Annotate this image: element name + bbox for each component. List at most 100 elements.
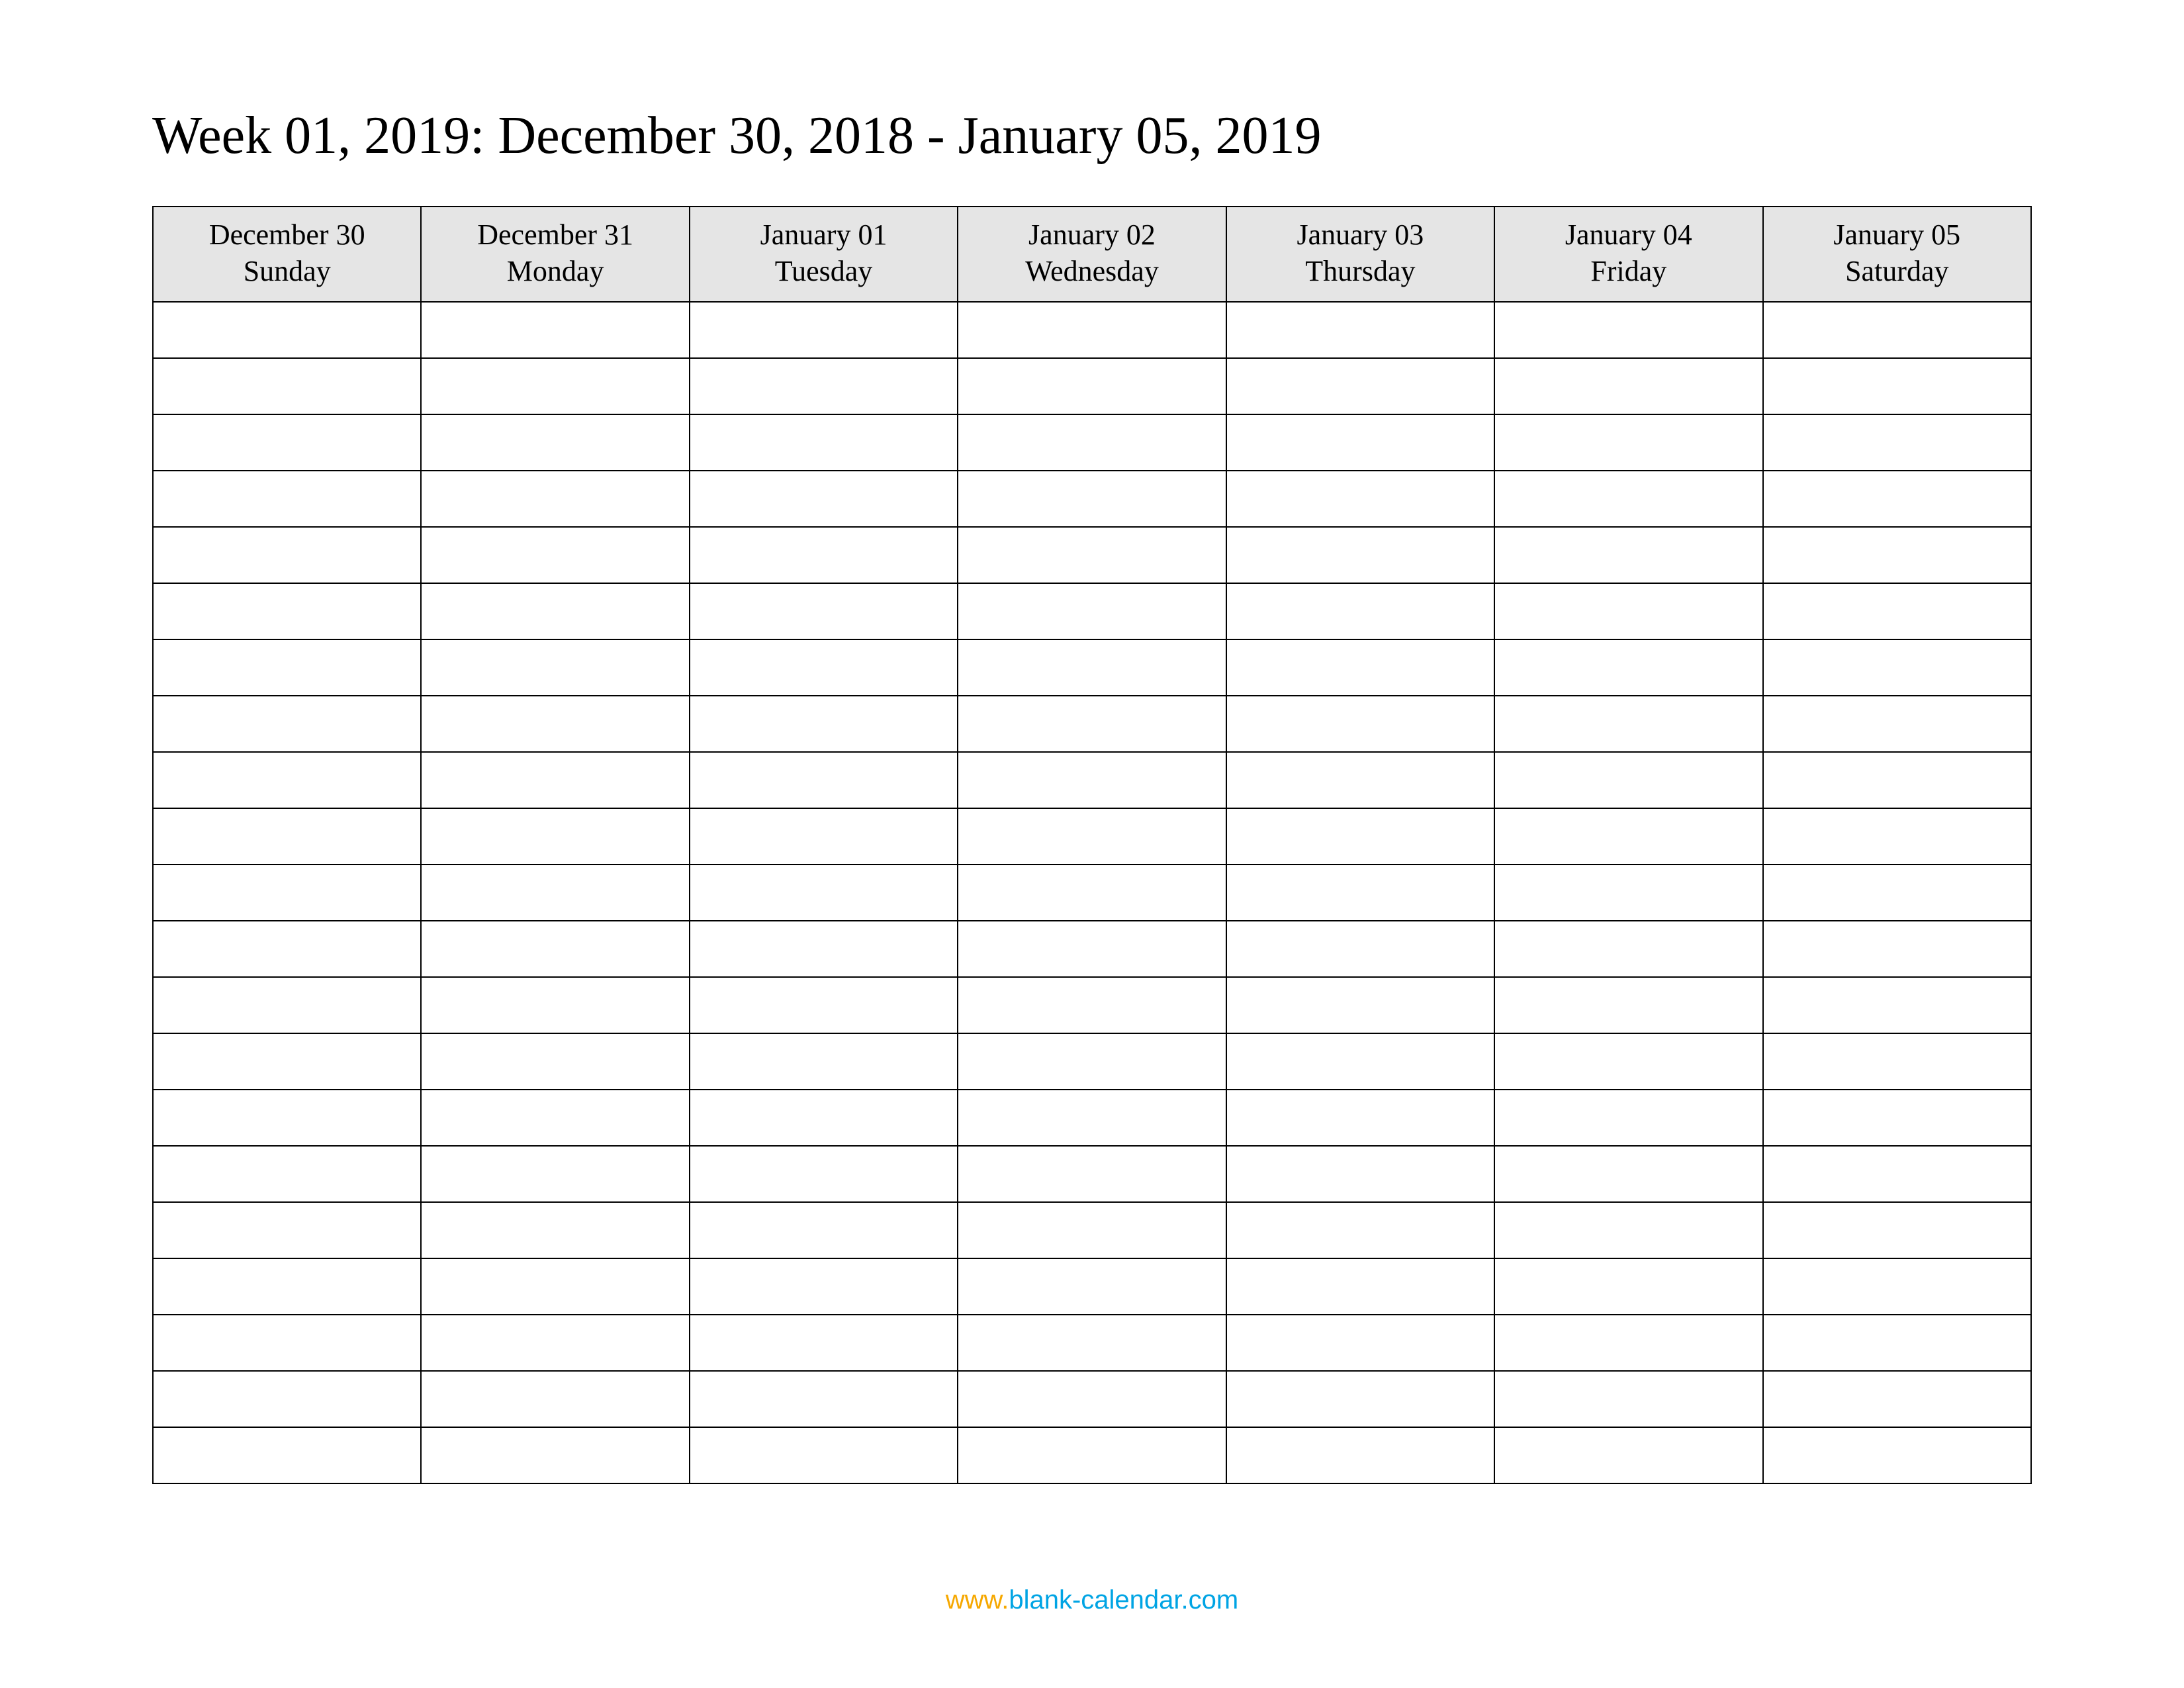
calendar-cell[interactable] [690, 1202, 958, 1258]
calendar-cell[interactable] [958, 414, 1226, 471]
calendar-cell[interactable] [153, 1146, 421, 1202]
calendar-cell[interactable] [421, 1258, 689, 1315]
calendar-cell[interactable] [1494, 583, 1762, 639]
calendar-cell[interactable] [1763, 358, 2031, 414]
calendar-cell[interactable] [421, 865, 689, 921]
calendar-cell[interactable] [1763, 471, 2031, 527]
calendar-cell[interactable] [153, 921, 421, 977]
calendar-cell[interactable] [153, 865, 421, 921]
calendar-cell[interactable] [690, 1090, 958, 1146]
calendar-cell[interactable] [690, 302, 958, 358]
calendar-cell[interactable] [421, 358, 689, 414]
calendar-cell[interactable] [1494, 527, 1762, 583]
calendar-cell[interactable] [421, 583, 689, 639]
calendar-cell[interactable] [421, 696, 689, 752]
calendar-cell[interactable] [690, 752, 958, 808]
calendar-cell[interactable] [1494, 1258, 1762, 1315]
calendar-cell[interactable] [1226, 865, 1494, 921]
calendar-cell[interactable] [421, 752, 689, 808]
calendar-cell[interactable] [1226, 527, 1494, 583]
calendar-cell[interactable] [1226, 1202, 1494, 1258]
calendar-cell[interactable] [958, 471, 1226, 527]
calendar-cell[interactable] [1226, 696, 1494, 752]
calendar-cell[interactable] [1763, 1090, 2031, 1146]
calendar-cell[interactable] [1494, 865, 1762, 921]
calendar-cell[interactable] [958, 358, 1226, 414]
calendar-cell[interactable] [421, 527, 689, 583]
calendar-cell[interactable] [1763, 1258, 2031, 1315]
calendar-cell[interactable] [958, 752, 1226, 808]
calendar-cell[interactable] [1763, 1427, 2031, 1483]
calendar-cell[interactable] [1226, 302, 1494, 358]
calendar-cell[interactable] [153, 1033, 421, 1090]
calendar-cell[interactable] [153, 752, 421, 808]
calendar-cell[interactable] [421, 302, 689, 358]
calendar-cell[interactable] [421, 1427, 689, 1483]
calendar-cell[interactable] [1494, 1315, 1762, 1371]
calendar-cell[interactable] [1763, 977, 2031, 1033]
calendar-cell[interactable] [958, 696, 1226, 752]
calendar-cell[interactable] [153, 1258, 421, 1315]
calendar-cell[interactable] [690, 414, 958, 471]
calendar-cell[interactable] [958, 1146, 1226, 1202]
calendar-cell[interactable] [1226, 471, 1494, 527]
calendar-cell[interactable] [421, 977, 689, 1033]
calendar-cell[interactable] [1763, 808, 2031, 865]
calendar-cell[interactable] [1494, 808, 1762, 865]
calendar-cell[interactable] [1226, 752, 1494, 808]
calendar-cell[interactable] [690, 1033, 958, 1090]
calendar-cell[interactable] [1763, 865, 2031, 921]
calendar-cell[interactable] [1763, 1146, 2031, 1202]
calendar-cell[interactable] [421, 1315, 689, 1371]
calendar-cell[interactable] [1494, 358, 1762, 414]
calendar-cell[interactable] [153, 1427, 421, 1483]
calendar-cell[interactable] [690, 1258, 958, 1315]
calendar-cell[interactable] [1226, 1427, 1494, 1483]
calendar-cell[interactable] [958, 977, 1226, 1033]
calendar-cell[interactable] [958, 1033, 1226, 1090]
calendar-cell[interactable] [1494, 696, 1762, 752]
calendar-cell[interactable] [958, 583, 1226, 639]
calendar-cell[interactable] [1763, 1202, 2031, 1258]
calendar-cell[interactable] [690, 865, 958, 921]
calendar-cell[interactable] [690, 977, 958, 1033]
calendar-cell[interactable] [153, 639, 421, 696]
calendar-cell[interactable] [153, 471, 421, 527]
calendar-cell[interactable] [1763, 921, 2031, 977]
calendar-cell[interactable] [153, 977, 421, 1033]
calendar-cell[interactable] [690, 696, 958, 752]
calendar-cell[interactable] [1763, 583, 2031, 639]
calendar-cell[interactable] [421, 1371, 689, 1427]
calendar-cell[interactable] [1226, 808, 1494, 865]
calendar-cell[interactable] [1226, 583, 1494, 639]
calendar-cell[interactable] [1226, 1146, 1494, 1202]
calendar-cell[interactable] [690, 1315, 958, 1371]
calendar-cell[interactable] [1494, 302, 1762, 358]
calendar-cell[interactable] [153, 1371, 421, 1427]
calendar-cell[interactable] [958, 302, 1226, 358]
calendar-cell[interactable] [153, 583, 421, 639]
calendar-cell[interactable] [1763, 414, 2031, 471]
calendar-cell[interactable] [1226, 358, 1494, 414]
calendar-cell[interactable] [421, 808, 689, 865]
calendar-cell[interactable] [1226, 1033, 1494, 1090]
calendar-cell[interactable] [690, 1427, 958, 1483]
calendar-cell[interactable] [690, 1371, 958, 1427]
calendar-cell[interactable] [958, 1427, 1226, 1483]
calendar-cell[interactable] [1494, 1146, 1762, 1202]
calendar-cell[interactable] [958, 921, 1226, 977]
calendar-cell[interactable] [1763, 527, 2031, 583]
calendar-cell[interactable] [690, 358, 958, 414]
calendar-cell[interactable] [1226, 414, 1494, 471]
calendar-cell[interactable] [1226, 921, 1494, 977]
calendar-cell[interactable] [421, 1202, 689, 1258]
calendar-cell[interactable] [690, 921, 958, 977]
calendar-cell[interactable] [690, 808, 958, 865]
calendar-cell[interactable] [958, 1090, 1226, 1146]
calendar-cell[interactable] [153, 302, 421, 358]
calendar-cell[interactable] [153, 414, 421, 471]
calendar-cell[interactable] [153, 1315, 421, 1371]
calendar-cell[interactable] [958, 1371, 1226, 1427]
calendar-cell[interactable] [421, 1090, 689, 1146]
calendar-cell[interactable] [1763, 302, 2031, 358]
